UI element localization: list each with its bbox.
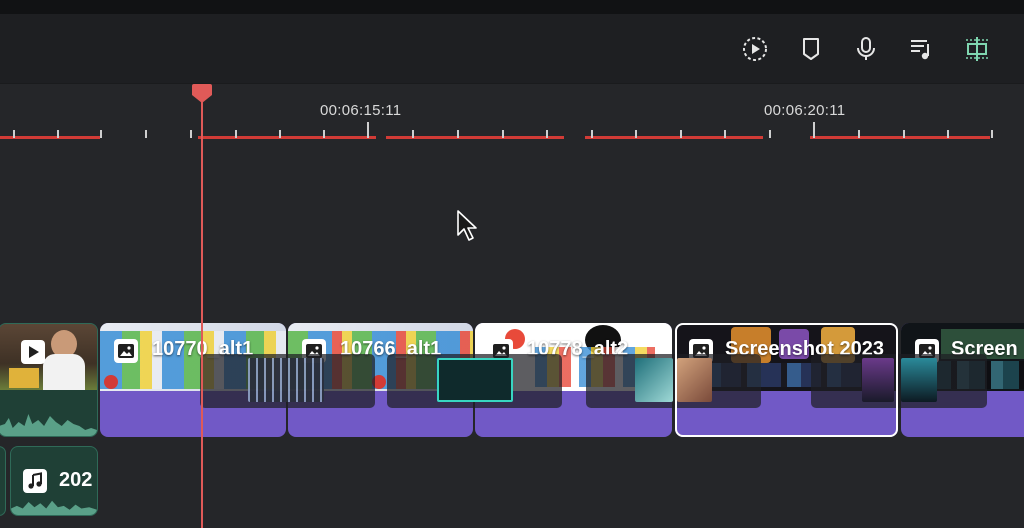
transition-thumbnail: [901, 358, 937, 402]
marker-icon: [803, 38, 819, 60]
audio-clip[interactable]: 202: [10, 446, 98, 516]
play-icon: [21, 340, 45, 364]
ruler-tick: [858, 130, 860, 138]
audio-library-button[interactable]: [906, 34, 936, 64]
playhead-line[interactable]: [201, 92, 203, 528]
ruler-tick: [546, 130, 548, 138]
ruler-tick: [190, 130, 192, 138]
marker-button[interactable]: [796, 34, 826, 64]
ruler-tick: [100, 130, 102, 138]
ruler-tick: [903, 130, 905, 138]
video-thumbnail: [0, 324, 97, 390]
voiceover-button[interactable]: [851, 34, 881, 64]
ruler-tick: [947, 130, 949, 138]
ruler-tick: [367, 122, 369, 138]
ruler-tick: [145, 130, 147, 138]
more-tool-button[interactable]: [1012, 34, 1024, 64]
snap-align-button[interactable]: [962, 34, 992, 64]
render-needed-bar: [810, 136, 990, 139]
playback-speed-icon: [743, 37, 767, 61]
title-strip: [0, 0, 1024, 14]
music-playlist-icon: [911, 40, 929, 60]
timecode-label: 00:06:20:11: [764, 102, 846, 119]
transition-thumbnail: [862, 358, 894, 402]
playhead-handle[interactable]: [191, 82, 213, 104]
microphone-icon: [857, 37, 875, 60]
render-needed-bar: [585, 136, 763, 139]
video-clip[interactable]: [0, 323, 98, 437]
transition-thumbnail: [677, 358, 712, 402]
ruler-tick: [412, 130, 414, 138]
ruler-tick: [235, 130, 237, 138]
ruler-tick: [680, 130, 682, 138]
ruler-tick: [13, 130, 15, 138]
timecode-label: 00:06:15:11: [320, 102, 402, 119]
ruler-tick: [635, 130, 637, 138]
mouse-cursor-icon: [457, 210, 477, 241]
audio-clip[interactable]: [0, 446, 6, 516]
ruler-tick: [813, 122, 815, 138]
render-needed-bar: [0, 136, 100, 139]
transition-thumbnail: [437, 358, 513, 402]
ruler-tick: [769, 130, 771, 138]
split-align-icon: [966, 37, 988, 61]
transition-thumbnail: [635, 358, 673, 402]
audio-waveform: [0, 414, 97, 436]
ruler-tick: [57, 130, 59, 138]
ruler-tick: [502, 130, 504, 138]
ruler-tick: [591, 130, 593, 138]
playback-speed-button[interactable]: [740, 34, 770, 64]
ruler-tick: [279, 130, 281, 138]
timeline-toolbar: [0, 14, 1024, 84]
timeline-ruler[interactable]: 00:06:15:11 00:06:20:11: [0, 84, 1024, 148]
transition-thumbnail: [248, 358, 324, 402]
image-icon: [114, 339, 138, 363]
warning-badge-icon: [104, 375, 118, 389]
ruler-tick: [457, 130, 459, 138]
transition-overlay[interactable]: [811, 354, 987, 408]
ruler-tick: [991, 130, 993, 138]
transition-overlay[interactable]: [586, 354, 761, 408]
render-needed-bar: [198, 136, 376, 139]
ruler-tick: [323, 130, 325, 138]
ruler-tick: [724, 130, 726, 138]
audio-waveform: [11, 500, 97, 515]
